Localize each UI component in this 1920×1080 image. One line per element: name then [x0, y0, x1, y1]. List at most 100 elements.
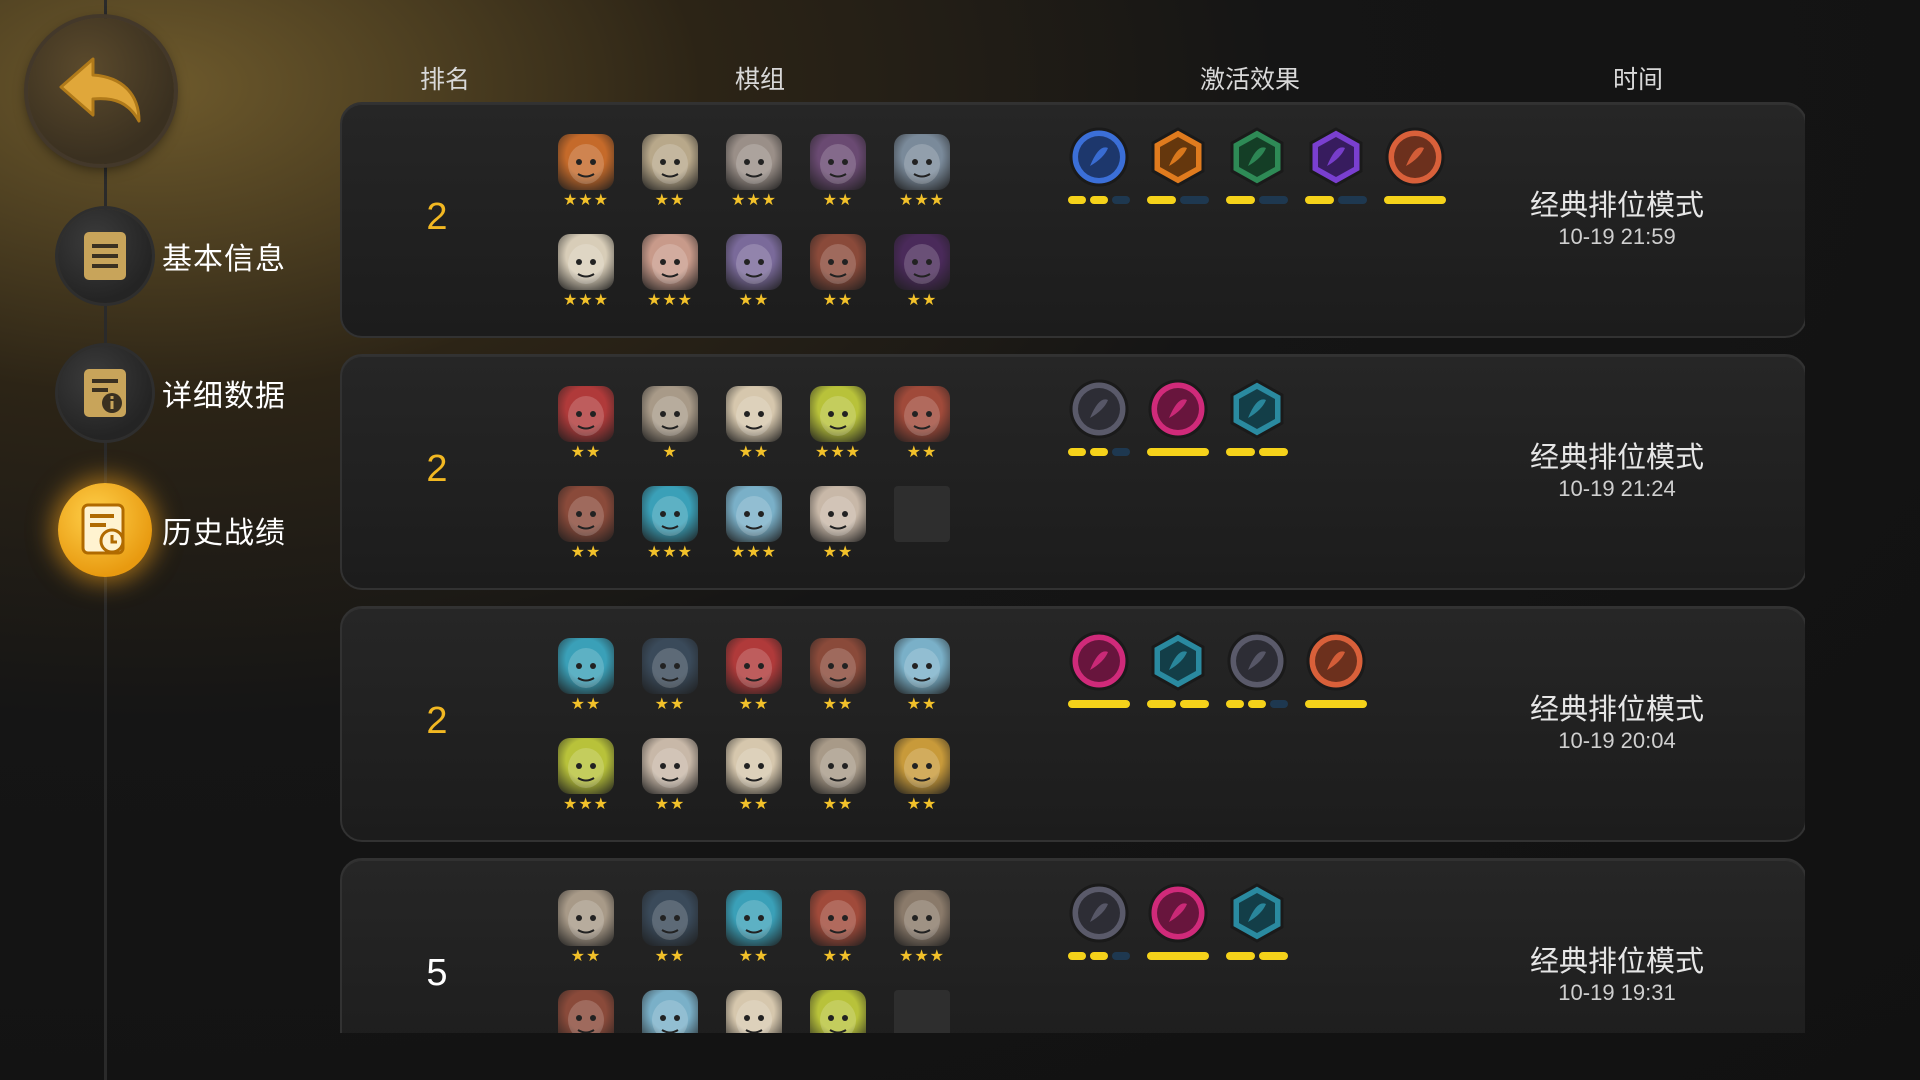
unit-slot[interactable]: ★★★: [806, 386, 870, 466]
unit-slot[interactable]: ★★: [806, 738, 870, 818]
trait-synergy[interactable]: [1145, 630, 1211, 716]
dragon-icon: [1147, 882, 1209, 944]
red-dwarf-icon: [558, 990, 614, 1033]
unit-slot[interactable]: ★★: [554, 386, 618, 466]
trait-synergy[interactable]: [1382, 126, 1448, 212]
trait-synergy[interactable]: [1066, 882, 1132, 968]
trait-synergy[interactable]: [1066, 126, 1132, 212]
trait-level-bars: [1147, 196, 1209, 206]
unit-slot[interactable]: ★★: [890, 386, 954, 466]
crystal-golem-icon: [558, 638, 614, 694]
match-card[interactable]: 2 ★★★ ★★ ★★★ ★★ ★★★ ★★★ ★★★ ★★ ★★ ★★ 经典排位模式 10-19 21…: [340, 102, 1805, 338]
unit-slot[interactable]: ★★: [722, 386, 786, 466]
unit-slot[interactable]: ★★: [722, 638, 786, 718]
trait-level-segment: [1180, 196, 1209, 204]
nav-basic-info[interactable]: 基本信息: [58, 206, 286, 306]
unit-slot[interactable]: ★★: [806, 890, 870, 970]
unit-slot[interactable]: ★★★: [554, 134, 618, 214]
unit-slot[interactable]: ★★: [806, 486, 870, 566]
trait-synergy[interactable]: [1224, 378, 1290, 464]
unit-slot[interactable]: ★★: [806, 134, 870, 214]
star-rating: ★★: [570, 444, 602, 461]
unit-slot[interactable]: ★★★: [554, 738, 618, 818]
unit-slot[interactable]: ★★: [806, 234, 870, 314]
document-icon: [58, 209, 152, 303]
unit-slot[interactable]: ★★★: [638, 486, 702, 566]
unit-slot[interactable]: ★★: [638, 134, 702, 214]
trait-synergy[interactable]: [1224, 126, 1290, 212]
unit-slot[interactable]: ★★: [554, 890, 618, 970]
unit-slot[interactable]: ★★: [722, 990, 786, 1033]
back-button[interactable]: [28, 18, 174, 164]
trait-synergy[interactable]: [1303, 126, 1369, 212]
star-rating: ★★: [906, 292, 938, 309]
trait-synergy[interactable]: [1066, 378, 1132, 464]
star-rating: ★★★: [898, 948, 946, 965]
unit-slot[interactable]: ★★★: [722, 134, 786, 214]
trait-level-bars: [1147, 700, 1209, 710]
trait-level-segment: [1112, 952, 1130, 960]
game-mode: 经典排位模式: [1529, 442, 1704, 474]
bow-icon: [1226, 126, 1288, 188]
nav-history[interactable]: 历史战绩: [58, 480, 286, 580]
unit-slot[interactable]: ★★: [638, 890, 702, 970]
unit-slot[interactable]: ★: [638, 386, 702, 466]
stone-ogre-icon: [894, 890, 950, 946]
star-rating: ★★: [738, 292, 770, 309]
game-mode: 经典排位模式: [1529, 946, 1704, 978]
turban-sage-icon: [726, 386, 782, 442]
star-rating: ★★★: [562, 796, 610, 813]
unit-slot[interactable]: ★★: [638, 638, 702, 718]
match-card[interactable]: 5★★★★★★★★★★★★★★★★★★★经典排位模式10-19 19:31: [340, 858, 1805, 1033]
unit-slot[interactable]: [890, 486, 954, 566]
unit-slot[interactable]: ★★: [806, 638, 870, 718]
trait-level-segment: [1147, 952, 1209, 960]
unit-slot[interactable]: ★★★: [722, 486, 786, 566]
unit-slot[interactable]: ★★: [722, 890, 786, 970]
unit-slot[interactable]: ★★★: [554, 234, 618, 314]
tribal-girl-icon: [894, 386, 950, 442]
game-mode: 经典排位模式: [1529, 190, 1704, 222]
trait-level-segment: [1180, 700, 1209, 708]
unit-slot[interactable]: ★★: [806, 990, 870, 1033]
unit-slot[interactable]: [890, 990, 954, 1033]
trait-level-segment: [1259, 196, 1288, 204]
blue-robot-icon: [726, 486, 782, 542]
trait-level-bars: [1068, 952, 1130, 962]
unit-slot[interactable]: ★★: [638, 738, 702, 818]
trait-synergy[interactable]: [1224, 882, 1290, 968]
match-card[interactable]: 2 ★★ ★ ★★ ★★★ ★★ ★★ ★★★ ★★★ ★★ 经典排位模式 10-19 21:24: [340, 354, 1805, 590]
nav-detailed-data[interactable]: 详细数据: [58, 343, 286, 443]
unit-slot[interactable]: ★★: [890, 638, 954, 718]
star-rating: ★★: [906, 444, 938, 461]
unit-slot[interactable]: ★★: [722, 234, 786, 314]
unit-slot[interactable]: ★★: [554, 990, 618, 1033]
mystery-icon: [1226, 378, 1288, 440]
unit-slot[interactable]: ★★★: [638, 234, 702, 314]
star-rating: ★★★: [562, 192, 610, 209]
trait-synergy[interactable]: [1224, 630, 1290, 716]
trait-level-segment: [1305, 700, 1367, 708]
trait-synergy[interactable]: [1145, 378, 1211, 464]
trait-synergy[interactable]: [1066, 630, 1132, 716]
unit-slot[interactable]: ★★: [554, 638, 618, 718]
mystery-icon: [1226, 882, 1288, 944]
match-card[interactable]: 2 ★★ ★★ ★★ ★★ ★★ ★★★ ★★ ★★ ★★ ★★ 经典排位模式 10-19 20:04: [340, 606, 1805, 842]
trait-synergy[interactable]: [1303, 630, 1369, 716]
unit-slot[interactable]: ★★: [722, 738, 786, 818]
unit-slot[interactable]: ★★: [890, 738, 954, 818]
trait-level-bars: [1226, 448, 1288, 458]
trait-level-segment: [1147, 448, 1209, 456]
unit-slot[interactable]: ★★★: [890, 134, 954, 214]
knight-helm-icon: [1068, 882, 1130, 944]
unit-slot[interactable]: ★★: [890, 234, 954, 314]
unit-slot[interactable]: ★★★: [890, 890, 954, 970]
trait-synergy[interactable]: [1145, 126, 1211, 212]
trait-synergy[interactable]: [1145, 882, 1211, 968]
unit-slot[interactable]: ★★: [638, 990, 702, 1033]
star-rating: ★★: [822, 292, 854, 309]
trait-level-segment: [1259, 952, 1288, 960]
unit-slot[interactable]: ★★: [554, 486, 618, 566]
match-history-list[interactable]: 2 ★★★ ★★ ★★★ ★★ ★★★ ★★★ ★★★ ★★ ★★ ★★ 经典排位模式 10-19 21…: [340, 100, 1805, 1033]
trait-level-bars: [1305, 700, 1367, 710]
